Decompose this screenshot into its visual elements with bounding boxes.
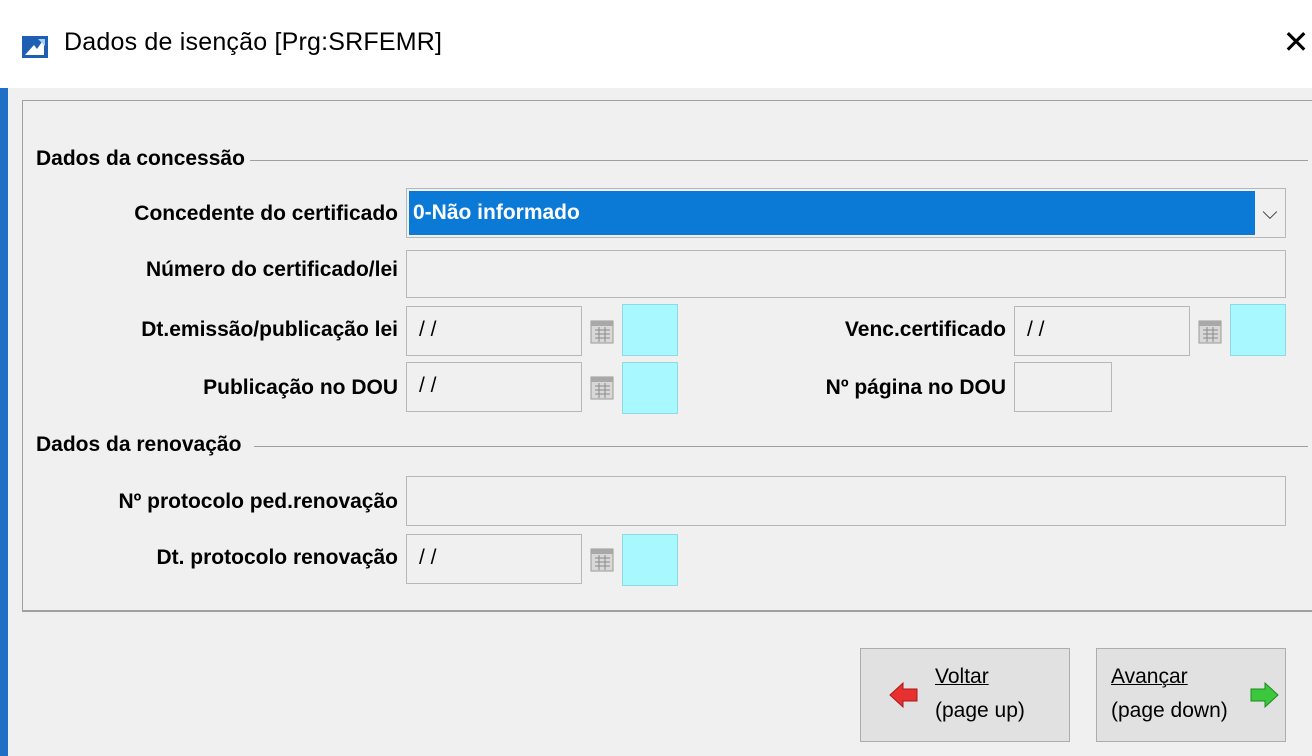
dt-emissao-field[interactable]: / / bbox=[406, 306, 582, 356]
label-dt-emissao: Dt.emissão/publicação lei bbox=[141, 318, 398, 341]
close-icon[interactable]: ✕ bbox=[1280, 24, 1312, 60]
label-venc: Venc.certificado bbox=[844, 318, 1006, 341]
avancar-label: Avançar bbox=[1111, 665, 1188, 688]
window-title: Dados de isenção [Prg:SRFEMR] bbox=[64, 28, 443, 56]
calendar-icon[interactable] bbox=[590, 374, 614, 400]
date-color-indicator bbox=[622, 534, 678, 586]
calendar-icon[interactable] bbox=[1198, 318, 1222, 344]
calendar-icon[interactable] bbox=[590, 318, 614, 344]
label-publicacao: Publicação no DOU bbox=[203, 376, 398, 399]
app-icon bbox=[22, 36, 48, 58]
group-title-renovacao: Dados da renovação bbox=[36, 433, 244, 457]
avancar-button[interactable]: Avançar (page down) bbox=[1096, 648, 1286, 742]
chevron-down-icon[interactable]: ⌵ bbox=[1257, 197, 1283, 229]
voltar-shortcut: (page up) bbox=[935, 699, 1025, 722]
dt-protocolo-field[interactable]: / / bbox=[406, 534, 582, 584]
label-protocolo: Nº protocolo ped.renovação bbox=[118, 490, 398, 513]
group-divider bbox=[250, 160, 1308, 161]
window-border bbox=[0, 88, 8, 756]
group-divider bbox=[254, 446, 1308, 447]
protocolo-renovacao-field[interactable] bbox=[406, 476, 1286, 526]
label-concedente: Concedente do certificado bbox=[134, 202, 398, 225]
date-color-indicator bbox=[622, 362, 678, 414]
date-color-indicator bbox=[1230, 304, 1286, 356]
pagina-dou-field[interactable] bbox=[1014, 362, 1112, 412]
group-title-concessao: Dados da concessão bbox=[36, 147, 247, 171]
title-bar: Dados de isenção [Prg:SRFEMR] ✕ bbox=[0, 0, 1312, 88]
label-pagina: Nº página no DOU bbox=[825, 376, 1006, 399]
arrow-right-icon bbox=[1250, 681, 1279, 709]
arrow-left-icon bbox=[889, 681, 918, 709]
voltar-button[interactable]: Voltar (page up) bbox=[860, 648, 1070, 742]
publicacao-dou-field[interactable]: / / bbox=[406, 362, 582, 412]
concedente-select[interactable]: 0-Não informado ⌵ bbox=[406, 188, 1286, 238]
calendar-icon[interactable] bbox=[590, 546, 614, 572]
concedente-selected-value: 0-Não informado bbox=[409, 191, 1255, 235]
voltar-label: Voltar bbox=[935, 665, 989, 688]
date-color-indicator bbox=[622, 304, 678, 356]
avancar-shortcut: (page down) bbox=[1111, 699, 1228, 722]
venc-certificado-field[interactable]: / / bbox=[1014, 306, 1190, 356]
numero-certificado-field[interactable] bbox=[406, 250, 1286, 298]
label-numero: Número do certificado/lei bbox=[145, 258, 398, 281]
label-dt-protocolo: Dt. protocolo renovação bbox=[156, 546, 398, 569]
